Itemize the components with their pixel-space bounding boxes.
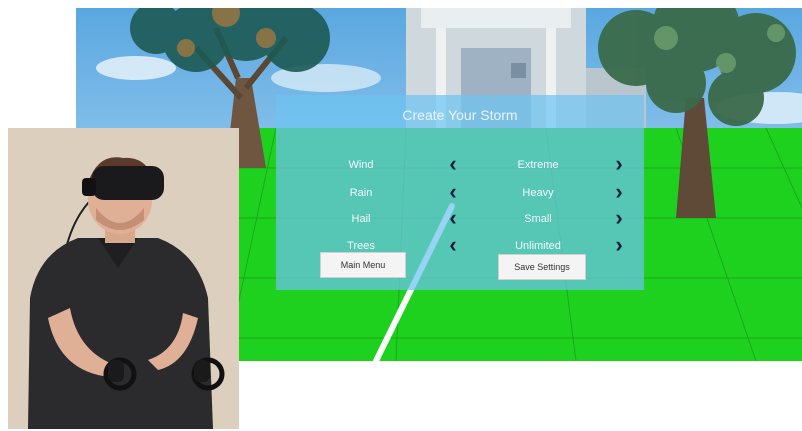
chevron-right-icon[interactable]: › — [610, 234, 628, 256]
setting-value: Heavy — [522, 187, 554, 199]
user-photo — [8, 128, 239, 429]
setting-row-wind: Wind ‹ Extreme › — [276, 153, 644, 177]
chevron-right-icon[interactable]: › — [610, 181, 628, 203]
setting-label: Rain — [349, 187, 373, 199]
chevron-left-icon[interactable]: ‹ — [444, 181, 462, 203]
chevron-left-icon[interactable]: ‹ — [444, 207, 462, 229]
setting-value: Unlimited — [515, 240, 561, 252]
save-settings-button[interactable]: Save Settings — [498, 254, 586, 280]
setting-row-rain: Rain ‹ Heavy › — [276, 181, 644, 205]
setting-label: Trees — [347, 240, 375, 252]
storm-settings-panel: Create Your Storm Wind ‹ Extreme › Rain … — [276, 95, 644, 290]
chevron-left-icon[interactable]: ‹ — [444, 234, 462, 256]
setting-value: Small — [524, 213, 552, 225]
main-menu-button[interactable]: Main Menu — [320, 252, 406, 278]
setting-value: Extreme — [517, 159, 559, 171]
setting-label: Hail — [351, 213, 371, 225]
panel-title: Create Your Storm — [402, 107, 518, 123]
vr-user-illustration — [8, 128, 239, 429]
chevron-left-icon[interactable]: ‹ — [444, 153, 462, 175]
setting-row-hail: Hail ‹ Small › — [276, 207, 644, 231]
chevron-right-icon[interactable]: › — [610, 153, 628, 175]
setting-label: Wind — [348, 159, 374, 171]
chevron-right-icon[interactable]: › — [610, 207, 628, 229]
